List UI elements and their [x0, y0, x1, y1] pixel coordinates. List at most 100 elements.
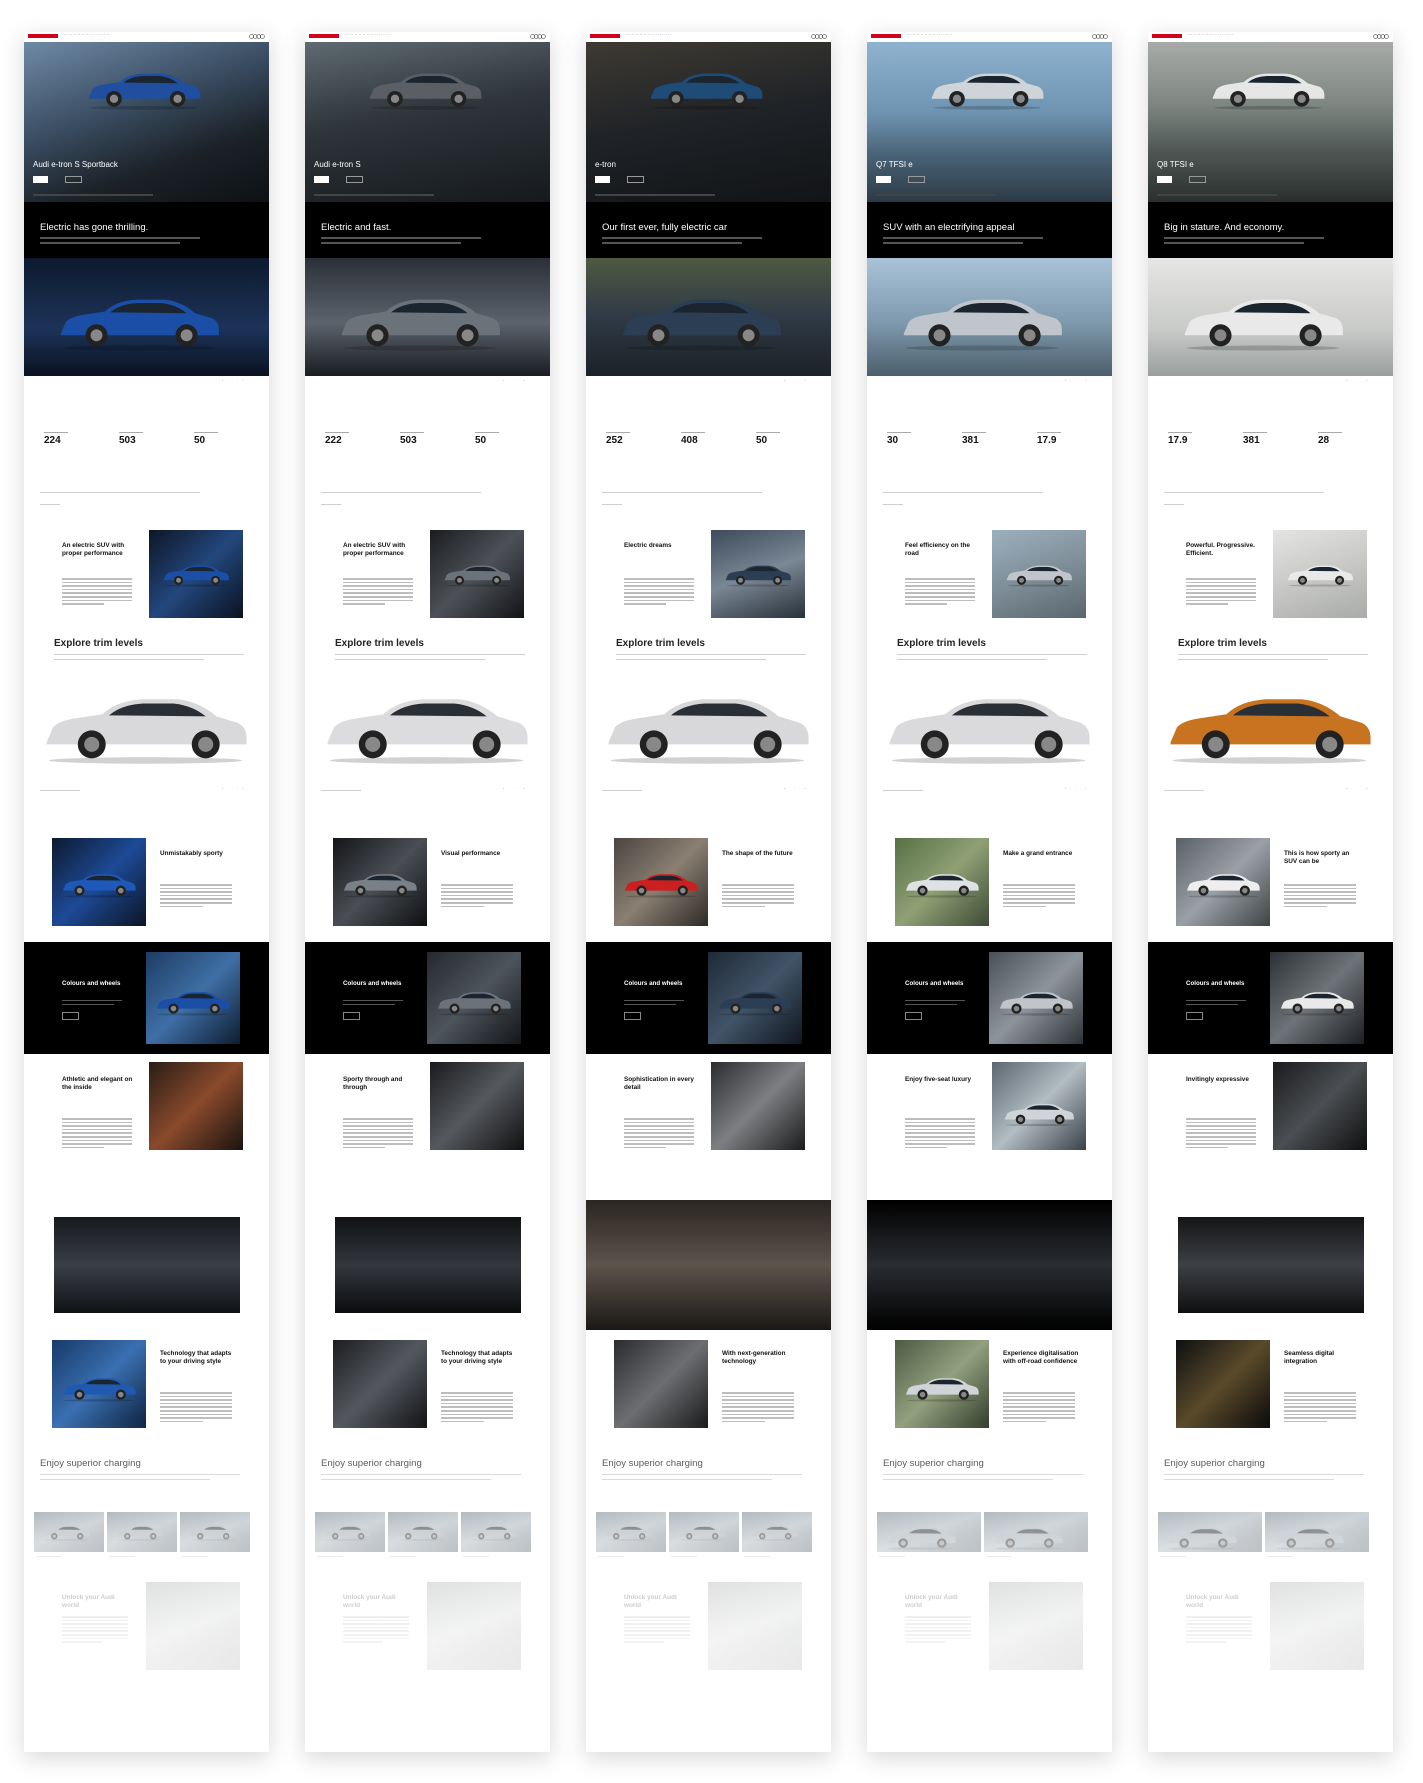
build-your-car-button[interactable]	[314, 176, 329, 183]
build-your-car-button[interactable]	[876, 176, 891, 183]
app-title: Unlock your Audi world	[343, 1594, 396, 1609]
explore-colours-button[interactable]	[1186, 1012, 1203, 1020]
nav-links[interactable]: ··· ·· ·· ·· ·· ·· ·· ·· ·· ·· ··	[626, 33, 671, 37]
promo-tag[interactable]	[871, 34, 901, 38]
trim-car-image[interactable]	[319, 682, 534, 773]
car-icon	[324, 1525, 371, 1541]
charging-text-line	[1164, 1474, 1364, 1476]
image-pager[interactable]: ‹ · · · ›	[1065, 378, 1088, 382]
image-pager[interactable]: ‹ · · · ›	[503, 378, 526, 382]
page-mockup-3: ··· ·· ·· ·· ·· ·· ·· ·· ·· ·· ·· e-tron …	[586, 32, 831, 1752]
headline-band: Electric has gone thrilling.	[24, 202, 269, 258]
trim-description-line	[335, 654, 525, 656]
trim-pager[interactable]: ‹ · · · ›	[1065, 786, 1088, 790]
secondary-cta-button[interactable]	[1189, 176, 1206, 183]
stat-value: 252	[606, 435, 623, 447]
nav-links[interactable]: ··· ·· ·· ·· ·· ·· ·· ·· ·· ·· ··	[345, 33, 390, 37]
build-your-car-button[interactable]	[1157, 176, 1172, 183]
explore-colours-button[interactable]	[624, 1012, 641, 1020]
hero-model-name: Audi e-tron S Sportback	[33, 160, 118, 169]
audi-rings-logo[interactable]	[530, 34, 546, 39]
colours-title: Colours and wheels	[624, 980, 683, 987]
trim-description-line	[1178, 659, 1328, 661]
technology-image	[52, 1340, 146, 1428]
interior-dashboard-image	[1178, 1217, 1364, 1313]
key-stat: 28	[1318, 432, 1378, 446]
secondary-cta-button[interactable]	[627, 176, 644, 183]
secondary-cta-button[interactable]	[346, 176, 363, 183]
explore-colours-button[interactable]	[62, 1012, 79, 1020]
hero-image	[867, 42, 1112, 202]
trim-car-image[interactable]	[600, 682, 815, 773]
colours-wheels-section: Colours and wheels	[867, 942, 1112, 1054]
charging-thumbnail	[877, 1512, 981, 1552]
intro-image	[149, 530, 243, 618]
promo-tag[interactable]	[590, 34, 620, 38]
explore-colours-button[interactable]	[343, 1012, 360, 1020]
interior-title: Sporty through and through	[343, 1076, 403, 1091]
explore-colours-button[interactable]	[905, 1012, 922, 1020]
body-text	[1186, 1118, 1256, 1150]
nav-links[interactable]: ··· ·· ·· ·· ·· ·· ·· ·· ·· ·· ··	[1188, 33, 1233, 37]
trim-pager[interactable]: ‹ · · · ›	[222, 786, 245, 790]
body-text	[722, 884, 794, 909]
key-stat: 30	[887, 432, 947, 446]
stat-label-line	[1243, 432, 1267, 434]
colours-text-line	[62, 1000, 122, 1002]
colours-wheels-section: Colours and wheels	[586, 942, 831, 1054]
stat-value: 50	[194, 435, 206, 447]
car-icon	[116, 1525, 163, 1541]
charging-caption-line	[744, 1556, 770, 1558]
charging-thumbnail	[596, 1512, 666, 1552]
trim-car-icon	[608, 699, 809, 764]
trim-car-image[interactable]	[881, 682, 1096, 773]
trim-car-image[interactable]	[38, 682, 253, 773]
body-text	[62, 1616, 128, 1645]
build-your-car-button[interactable]	[33, 176, 48, 183]
car-icon	[678, 1525, 725, 1541]
nav-links[interactable]: ··· ·· ·· ·· ·· ·· ·· ·· ·· ·· ··	[64, 33, 109, 37]
body-text	[1186, 578, 1256, 607]
body-text	[624, 1616, 690, 1645]
hero-banner: Q7 TFSI e	[867, 42, 1112, 202]
key-stat: 50	[194, 432, 254, 446]
feature-image-large	[24, 258, 269, 376]
car-icon	[725, 565, 791, 587]
disclaimer-line	[33, 194, 153, 196]
key-stat: 381	[1243, 432, 1303, 446]
technology-title: Technology that adapts to your driving s…	[441, 1350, 513, 1365]
audi-rings-logo[interactable]	[249, 34, 265, 39]
body-text	[441, 1392, 513, 1424]
trim-pager[interactable]: ‹ · · · ›	[503, 786, 526, 790]
footnote-line	[40, 492, 200, 494]
trim-pager[interactable]: ‹ · · · ›	[784, 786, 807, 790]
build-your-car-button[interactable]	[595, 176, 610, 183]
audi-rings-logo[interactable]	[1092, 34, 1108, 39]
feature-image-large	[586, 258, 831, 376]
trim-car-image[interactable]	[1162, 682, 1377, 773]
car-icon	[88, 73, 201, 110]
promo-tag[interactable]	[309, 34, 339, 38]
trim-pager[interactable]: ‹ · · · ›	[1346, 786, 1369, 790]
intro-title: Feel efficiency on the road	[905, 542, 970, 557]
colours-title: Colours and wheels	[62, 980, 121, 987]
headline-text-line	[602, 242, 742, 244]
body-text	[160, 884, 232, 909]
charging-title: Enjoy superior charging	[321, 1458, 422, 1469]
stat-label-line	[1037, 432, 1061, 434]
audi-rings-logo[interactable]	[1373, 34, 1389, 39]
interior-dashboard-image	[335, 1217, 521, 1313]
secondary-cta-button[interactable]	[908, 176, 925, 183]
image-pager[interactable]: ‹ · · · ›	[1346, 378, 1369, 382]
audi-rings-logo[interactable]	[811, 34, 827, 39]
stat-label-line	[1168, 432, 1192, 434]
trim-caption-line	[602, 790, 642, 792]
colours-text-line	[624, 1004, 676, 1006]
promo-tag[interactable]	[1152, 34, 1182, 38]
image-pager[interactable]: ‹ · · · ›	[222, 378, 245, 382]
nav-links[interactable]: ··· ·· ·· ·· ·· ·· ·· ·· ·· ·· ··	[907, 33, 952, 37]
promo-tag[interactable]	[28, 34, 58, 38]
headline-text-line	[883, 237, 1043, 239]
image-pager[interactable]: ‹ · · · ›	[784, 378, 807, 382]
secondary-cta-button[interactable]	[65, 176, 82, 183]
